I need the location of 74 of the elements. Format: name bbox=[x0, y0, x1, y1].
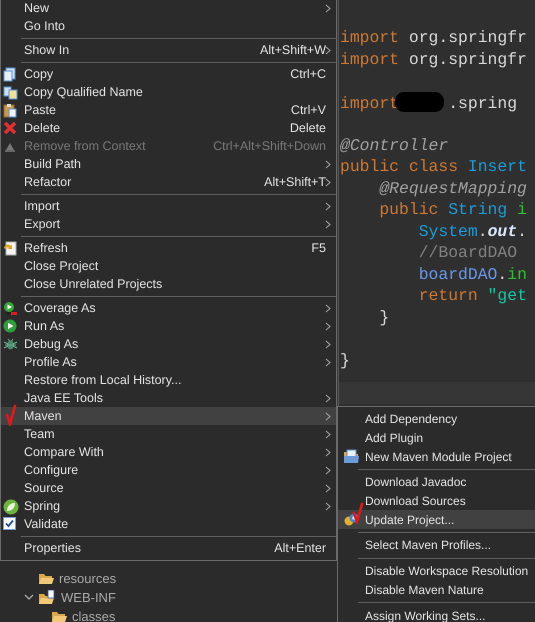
menu-item[interactable]: Update Project... bbox=[338, 510, 535, 530]
menu-item[interactable]: Add Plugin bbox=[338, 428, 535, 448]
menu-item[interactable]: Disable Workspace Resolution bbox=[338, 562, 535, 580]
menu-item[interactable]: Compare With bbox=[1, 443, 336, 461]
menu-item[interactable]: Show In Alt+Shift+W bbox=[1, 41, 336, 59]
coverage-icon bbox=[3, 301, 18, 316]
tree-item[interactable]: resources bbox=[0, 569, 297, 588]
code-line: @Controller bbox=[340, 134, 450, 156]
menu-item[interactable]: Validate bbox=[1, 515, 336, 533]
menu-item[interactable]: Disable Maven Nature bbox=[338, 580, 535, 600]
menu-item[interactable]: Restore from Local History... bbox=[1, 371, 336, 389]
code-line: @RequestMapping bbox=[378, 178, 528, 199]
menu-item[interactable]: Debug As bbox=[1, 335, 336, 353]
menu-item[interactable]: Source bbox=[1, 479, 336, 497]
code-line: return "get bbox=[418, 285, 528, 306]
menu-item[interactable]: New Maven Module Project bbox=[338, 447, 535, 466]
refresh-icon bbox=[3, 241, 17, 256]
menu-item[interactable]: Team bbox=[1, 425, 336, 443]
code-line: } bbox=[378, 306, 390, 328]
menu-item[interactable]: Spring bbox=[1, 497, 336, 515]
menu-item[interactable]: Paste Ctrl+V bbox=[1, 101, 336, 119]
menu-item[interactable]: Coverage As bbox=[1, 299, 336, 317]
menu-item[interactable]: Assign Working Sets... bbox=[338, 606, 535, 622]
folder-icon bbox=[51, 610, 68, 622]
checkbox-icon bbox=[3, 517, 16, 530]
bug-icon bbox=[3, 337, 18, 352]
menu-item[interactable]: Build Path bbox=[1, 155, 336, 173]
menu-item[interactable]: New bbox=[1, 0, 336, 17]
code-line: System.out. bbox=[418, 220, 528, 242]
menu-item[interactable]: Profile As bbox=[1, 353, 336, 371]
tick-mark-icon bbox=[5, 404, 17, 426]
folder-icon bbox=[38, 590, 57, 605]
menu-item[interactable]: Copy Qualified Name bbox=[1, 83, 336, 101]
copy-icon bbox=[3, 67, 17, 82]
redaction-mark bbox=[395, 92, 444, 112]
leaf-icon bbox=[3, 499, 19, 515]
code-line: //BoardDAO bbox=[418, 242, 518, 264]
menu-item[interactable]: Copy Ctrl+C bbox=[1, 65, 336, 83]
code-text: import bbox=[340, 94, 400, 112]
menu-item[interactable]: Go Into bbox=[1, 17, 336, 35]
menu-item[interactable]: Select Maven Profiles... bbox=[338, 536, 535, 555]
menu-item[interactable]: Download Javadoc bbox=[338, 473, 535, 492]
code-line: import org.springfr bbox=[340, 27, 528, 48]
collapse-chevron-icon[interactable] bbox=[24, 594, 34, 601]
code-line: public class Insert bbox=[340, 156, 528, 178]
menu-item[interactable]: Close Unrelated Projects bbox=[1, 275, 336, 293]
tick-mark-icon bbox=[352, 502, 364, 524]
code-line: public String i bbox=[378, 199, 528, 220]
copy-documents-icon bbox=[3, 85, 18, 100]
code-line: } bbox=[340, 350, 351, 371]
clipboard-icon bbox=[3, 103, 17, 118]
menu-item[interactable]: Configure bbox=[1, 461, 336, 479]
menu-item[interactable]: Properties Alt+Enter bbox=[1, 539, 336, 557]
menu-item[interactable]: Close Project bbox=[1, 257, 336, 275]
menu-item[interactable]: Refresh F5 bbox=[1, 239, 336, 257]
menu-item[interactable]: Refactor Alt+Shift+T bbox=[1, 173, 336, 191]
menu-item[interactable]: Maven bbox=[1, 407, 336, 425]
menu-item[interactable]: Java EE Tools bbox=[1, 389, 336, 407]
folder-icon bbox=[343, 449, 360, 464]
tree-item[interactable]: classes bbox=[0, 607, 297, 622]
gears-icon bbox=[343, 512, 360, 528]
code-line: boardDAO.in bbox=[418, 264, 528, 285]
code-text: .spring bbox=[448, 94, 518, 112]
folder-icon bbox=[38, 572, 55, 585]
tree-item[interactable]: WEB-INF bbox=[0, 588, 297, 607]
menu-item[interactable]: Import bbox=[1, 197, 336, 215]
menu-item[interactable]: Add Dependency bbox=[338, 410, 535, 429]
run-icon bbox=[3, 319, 17, 333]
menu-item[interactable]: Download Sources bbox=[338, 492, 535, 510]
delete-icon bbox=[3, 121, 17, 135]
code-line: import org.springfr bbox=[340, 48, 528, 70]
menu-item[interactable]: Run As bbox=[1, 317, 336, 335]
menu-item[interactable]: Export bbox=[1, 215, 336, 233]
menu-item[interactable]: Delete Delete bbox=[1, 119, 336, 137]
